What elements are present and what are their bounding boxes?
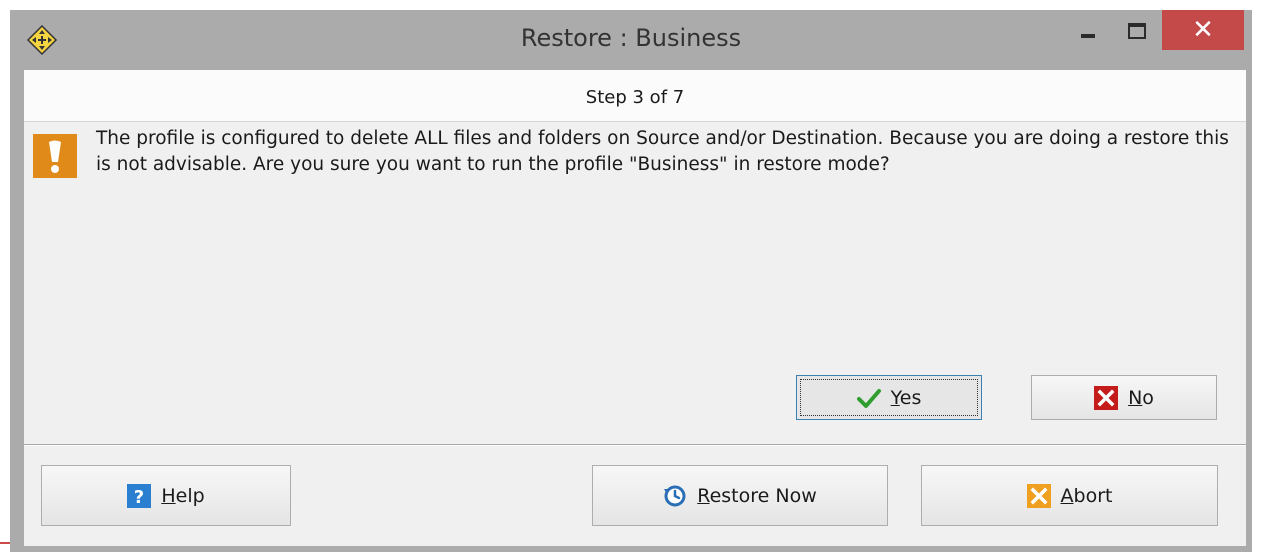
restore-now-label: Restore Now [697,484,817,507]
minimize-button[interactable] [1067,10,1111,50]
desktop-edge-mark [0,542,10,544]
checkmark-icon [856,388,881,408]
abort-label: Abort [1060,484,1113,507]
abort-button[interactable]: Abort [921,465,1218,526]
exclamation-warning-icon [33,134,77,178]
yes-label: Yes [890,386,922,409]
close-button[interactable]: ✕ [1162,10,1244,50]
footer-separator [24,444,1246,446]
focus-rectangle [800,379,978,416]
restore-now-button[interactable]: Restore Now [592,465,888,526]
dialog-client-area: Step 3 of 7 The profile is configured to… [24,70,1246,546]
warning-message: The profile is configured to delete ALL … [96,128,1229,175]
svg-text:?: ? [134,487,144,508]
close-icon: ✕ [1192,15,1214,45]
title-bar[interactable]: Restore : Business ✕ [10,10,1252,70]
yes-button[interactable]: Yes [796,375,982,420]
clock-restore-icon [664,485,686,506]
window-title: Restore : Business [520,24,742,52]
orange-x-icon [1026,483,1051,508]
red-x-icon [1094,385,1119,410]
help-label: Help [161,484,205,507]
no-button[interactable]: No [1031,375,1217,420]
help-question-icon: ? [127,483,152,508]
no-label: No [1128,386,1154,409]
help-button[interactable]: ? Help [41,465,291,526]
restore-dialog-window: Restore : Business ✕ Step 3 of 7 The pro… [10,10,1252,552]
step-indicator: Step 3 of 7 [24,70,1246,122]
maximize-button[interactable] [1114,10,1160,50]
